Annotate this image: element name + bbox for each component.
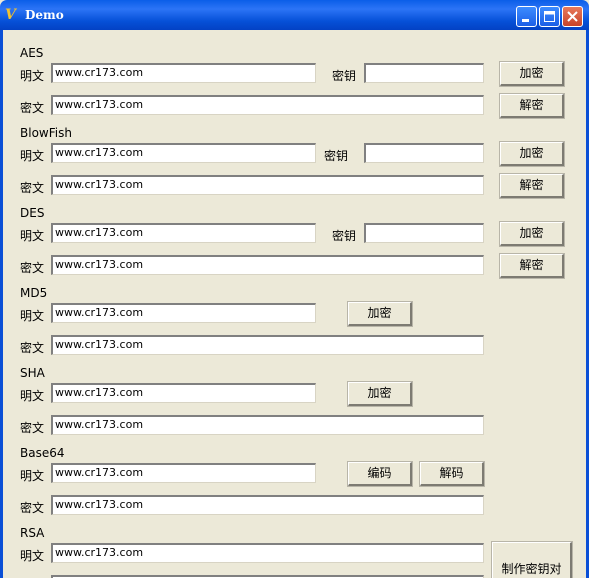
aes-ciphertext-input[interactable]: www.cr173.com [51, 95, 484, 115]
base64-ciphertext-input[interactable]: www.cr173.com [51, 495, 484, 515]
des-key-label: 密钥 [332, 229, 357, 243]
md5-plaintext-label: 明文 [20, 309, 45, 323]
base64-section-label: Base64 [20, 446, 65, 460]
rsa-plaintext-label: 明文 [20, 549, 45, 563]
des-decrypt-button[interactable]: 解密 [499, 253, 565, 279]
demo-window: V Demo AES 明文 www.cr173.com 密钥 加密 密文 www… [0, 0, 589, 578]
aes-encrypt-button[interactable]: 加密 [499, 61, 565, 87]
blowfish-decrypt-button[interactable]: 解密 [499, 173, 565, 199]
close-icon [567, 11, 578, 22]
base64-ciphertext-label: 密文 [20, 501, 45, 515]
blowfish-plaintext-label: 明文 [20, 149, 45, 163]
base64-plaintext-input[interactable]: www.cr173.com [51, 463, 316, 483]
window-title: Demo [25, 8, 64, 22]
sha-ciphertext-label: 密文 [20, 421, 45, 435]
aes-plaintext-label: 明文 [20, 69, 45, 83]
md5-ciphertext-input[interactable]: www.cr173.com [51, 335, 484, 355]
rsa-plaintext-input[interactable]: www.cr173.com [51, 543, 484, 563]
base64-encode-button[interactable]: 编码 [347, 461, 413, 487]
aes-plaintext-input[interactable]: www.cr173.com [51, 63, 316, 83]
blowfish-key-label: 密钥 [324, 149, 349, 163]
blowfish-key-input[interactable] [364, 143, 484, 163]
aes-key-label: 密钥 [332, 69, 357, 83]
rsa-make-keypair-button[interactable]: 制作密钥对 [491, 541, 573, 578]
aes-ciphertext-label: 密文 [20, 101, 45, 115]
rsa-section-label: RSA [20, 526, 45, 540]
des-section-label: DES [20, 206, 45, 220]
des-ciphertext-label: 密文 [20, 261, 45, 275]
md5-ciphertext-label: 密文 [20, 341, 45, 355]
minimize-button[interactable] [516, 6, 537, 27]
des-plaintext-label: 明文 [20, 229, 45, 243]
sha-plaintext-label: 明文 [20, 389, 45, 403]
md5-encrypt-button[interactable]: 加密 [347, 301, 413, 327]
sha-plaintext-input[interactable]: www.cr173.com [51, 383, 316, 403]
minimize-icon [522, 19, 529, 22]
aes-key-input[interactable] [364, 63, 484, 83]
maximize-button[interactable] [539, 6, 560, 27]
blowfish-ciphertext-label: 密文 [20, 181, 45, 195]
md5-plaintext-input[interactable]: www.cr173.com [51, 303, 316, 323]
aes-decrypt-button[interactable]: 解密 [499, 93, 565, 119]
blowfish-plaintext-input[interactable]: www.cr173.com [51, 143, 316, 163]
maximize-icon [544, 11, 555, 22]
sha-encrypt-button[interactable]: 加密 [347, 381, 413, 407]
md5-section-label: MD5 [20, 286, 48, 300]
blowfish-encrypt-button[interactable]: 加密 [499, 141, 565, 167]
base64-decode-button[interactable]: 解码 [419, 461, 485, 487]
blowfish-ciphertext-input[interactable]: www.cr173.com [51, 175, 484, 195]
title-bar[interactable]: V Demo [0, 0, 589, 30]
base64-plaintext-label: 明文 [20, 469, 45, 483]
des-ciphertext-input[interactable]: www.cr173.com [51, 255, 484, 275]
des-encrypt-button[interactable]: 加密 [499, 221, 565, 247]
blowfish-section-label: BlowFish [20, 126, 72, 140]
close-button[interactable] [562, 6, 583, 27]
des-plaintext-input[interactable]: www.cr173.com [51, 223, 316, 243]
sha-section-label: SHA [20, 366, 45, 380]
window-frame-left [0, 30, 3, 578]
sha-ciphertext-input[interactable]: www.cr173.com [51, 415, 484, 435]
aes-section-label: AES [20, 46, 44, 60]
des-key-input[interactable] [364, 223, 484, 243]
vb-icon: V [5, 7, 16, 23]
